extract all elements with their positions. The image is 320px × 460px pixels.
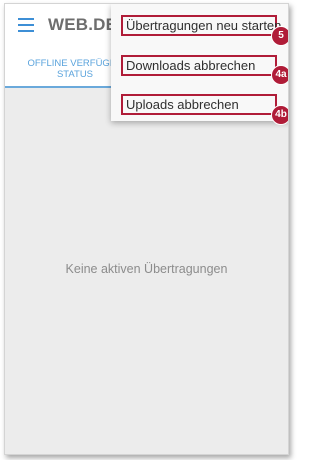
hamburger-icon[interactable] [18,18,34,32]
overflow-menu: Übertragungen neu starten 5 Downloads ab… [111,4,288,125]
callout-badge-4b: 4b [271,105,288,125]
cancel-uploads-menu-item[interactable]: Uploads abbrechen [121,94,277,115]
empty-state-message: Keine aktiven Übertragungen [65,262,228,276]
callout-badge-4a: 4a [271,65,288,85]
app-window: WEB.DE OFFLINE VERFÜGBA STATUS Keine akt… [4,3,289,455]
app-title: WEB.DE [48,15,118,34]
restart-transfers-menu-item[interactable]: Übertragungen neu starten [121,15,281,36]
callout-badge-5: 5 [271,26,288,46]
cancel-downloads-menu-item[interactable]: Downloads abbrechen [121,55,277,76]
